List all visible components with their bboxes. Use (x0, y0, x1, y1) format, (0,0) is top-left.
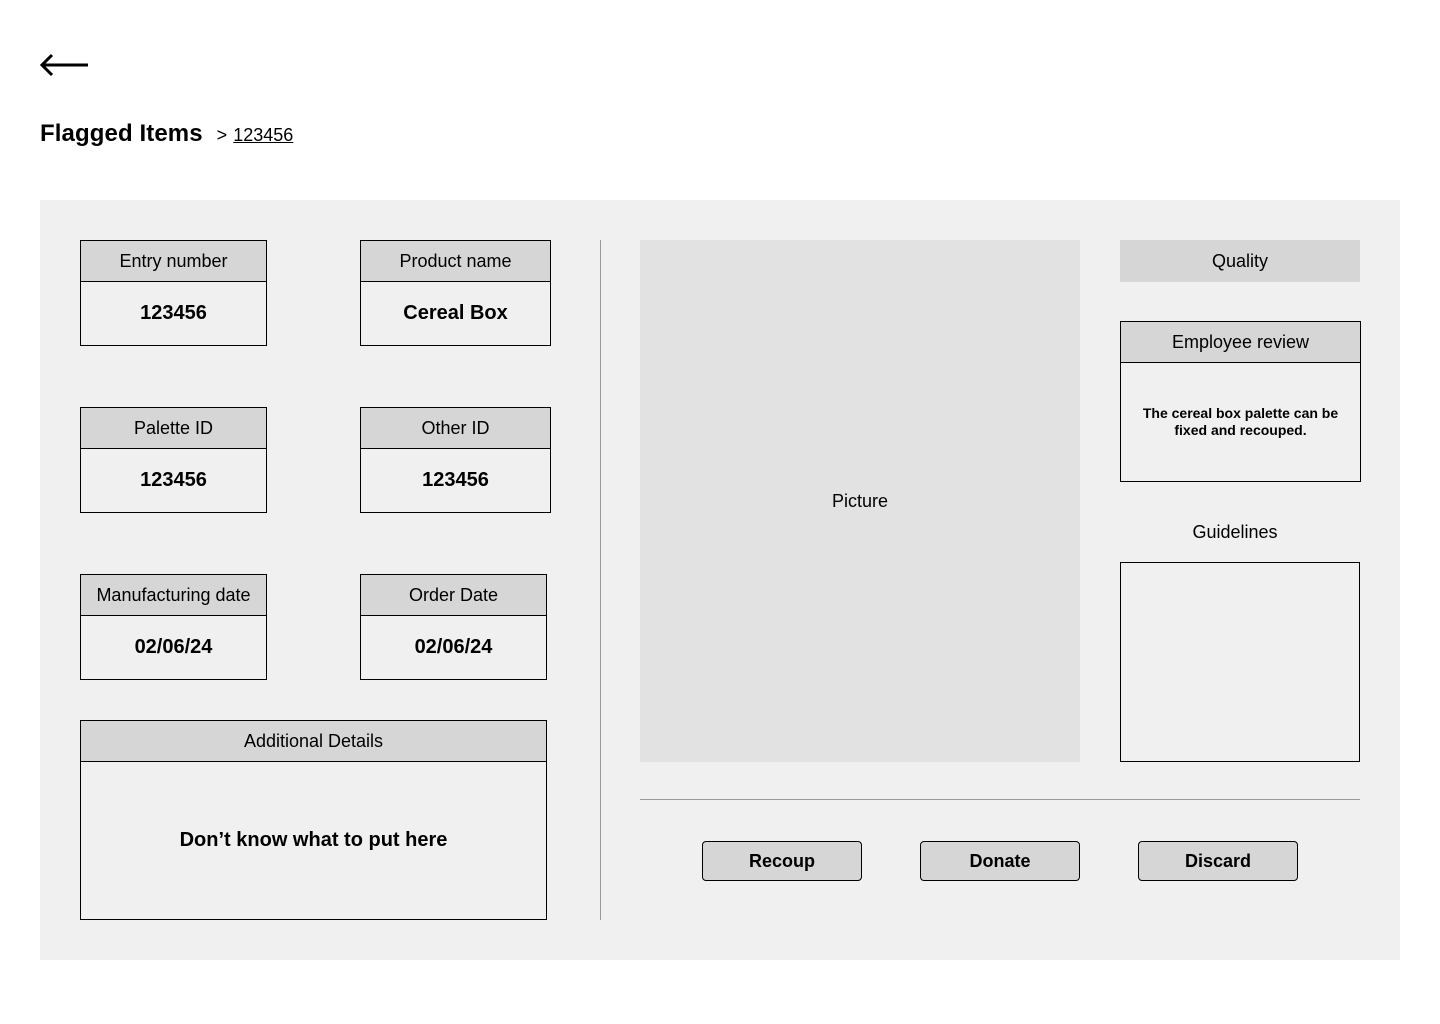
breadcrumb: Flagged Items > 123456 (40, 120, 293, 148)
quality-label: Quality (1211, 250, 1269, 271)
recoup-button[interactable]: Recoup (702, 841, 862, 881)
page: Flagged Items > 123456 Entry number 1234… (0, 0, 1440, 1024)
arrow-left-icon (39, 53, 88, 77)
picture-label: Picture (831, 490, 889, 511)
guidelines-label: Guidelines (1192, 522, 1278, 542)
product-name-value: Cereal Box (403, 302, 508, 324)
product-picture: Picture (640, 240, 1080, 762)
employee-review-body: The cereal box palette can be fixed and … (1121, 363, 1360, 481)
order-date-label: Order Date (361, 575, 546, 616)
additional-details-label: Additional Details (81, 721, 546, 762)
page-title: Flagged Items (40, 120, 203, 147)
breadcrumb-current-link[interactable]: 123456 (233, 125, 293, 146)
palette-id-value: 123456 (140, 469, 207, 491)
donate-button[interactable]: Donate (920, 841, 1080, 881)
vertical-divider (600, 240, 601, 920)
other-id-label: Other ID (361, 408, 550, 449)
product-name-label: Product name (361, 241, 550, 282)
entry-number-value: 123456 (140, 302, 207, 324)
other-id-field: Other ID 123456 (360, 407, 551, 513)
entry-number-label: Entry number (81, 241, 266, 282)
order-date-field: Order Date 02/06/24 (360, 574, 547, 680)
employee-review-text: The cereal box palette can be fixed and … (1142, 405, 1339, 438)
order-date-value: 02/06/24 (414, 636, 493, 658)
employee-review-field: Employee review The cereal box palette c… (1120, 321, 1361, 482)
entry-number-field: Entry number 123456 (80, 240, 267, 346)
breadcrumb-separator: > (216, 125, 228, 145)
details-panel: Entry number 123456 Product name Cereal … (40, 200, 1400, 960)
horizontal-divider (640, 799, 1360, 800)
employee-review-label: Employee review (1121, 322, 1360, 363)
additional-details-field: Additional Details Don’t know what to pu… (80, 720, 547, 920)
palette-id-label: Palette ID (81, 408, 266, 449)
other-id-value: 123456 (422, 469, 489, 491)
guidelines-box (1120, 562, 1360, 762)
product-name-field: Product name Cereal Box (360, 240, 551, 346)
quality-button[interactable]: Quality (1120, 240, 1360, 282)
manufacturing-date-label: Manufacturing date (81, 575, 266, 616)
discard-button[interactable]: Discard (1138, 841, 1298, 881)
palette-id-field: Palette ID 123456 (80, 407, 267, 513)
additional-details-value: Don’t know what to put here (179, 829, 448, 851)
manufacturing-date-field: Manufacturing date 02/06/24 (80, 574, 267, 680)
back-button[interactable] (38, 50, 92, 80)
manufacturing-date-value: 02/06/24 (134, 636, 213, 658)
